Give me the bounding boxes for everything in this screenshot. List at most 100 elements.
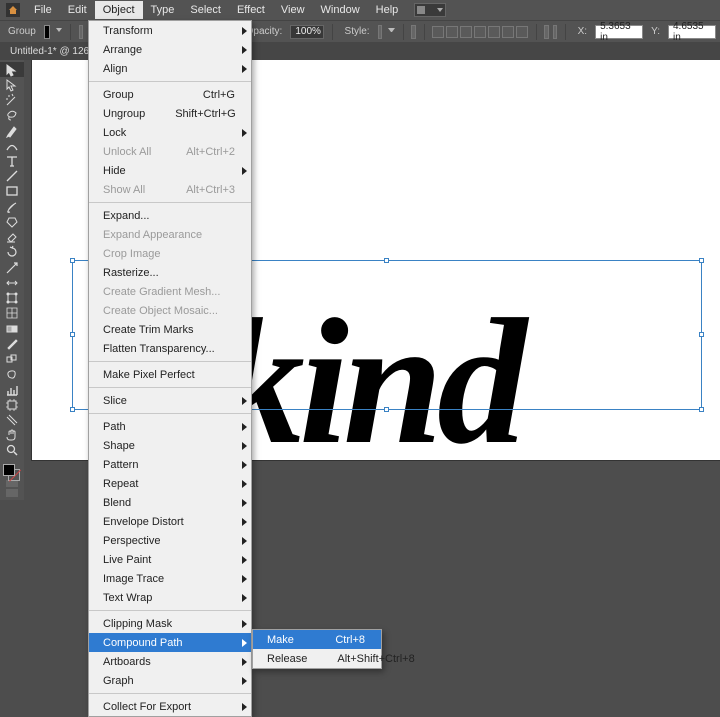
menu-item-slice[interactable]: Slice bbox=[89, 391, 251, 410]
fill-swatch[interactable] bbox=[44, 25, 50, 39]
submenu-arrow-icon bbox=[242, 65, 247, 73]
style-swatch[interactable] bbox=[378, 25, 383, 39]
menu-view[interactable]: View bbox=[273, 1, 313, 19]
submenu-arrow-icon bbox=[242, 129, 247, 137]
type-tool[interactable] bbox=[0, 153, 24, 168]
menu-item-envelope-distort[interactable]: Envelope Distort bbox=[89, 512, 251, 531]
menu-window[interactable]: Window bbox=[313, 1, 368, 19]
align-hcenter-icon[interactable] bbox=[446, 26, 458, 38]
x-field[interactable]: 5.3653 in bbox=[595, 25, 643, 39]
hand-tool[interactable] bbox=[0, 428, 24, 443]
opacity-field[interactable]: 100% bbox=[290, 25, 324, 39]
menu-item-unlock-all: Unlock AllAlt+Ctrl+2 bbox=[89, 142, 251, 161]
align-right-icon[interactable] bbox=[460, 26, 472, 38]
toolbox bbox=[0, 60, 24, 500]
lasso-tool[interactable] bbox=[0, 108, 24, 123]
menu-item-text-wrap[interactable]: Text Wrap bbox=[89, 588, 251, 607]
align-left-icon[interactable] bbox=[432, 26, 444, 38]
menu-item-image-trace[interactable]: Image Trace bbox=[89, 569, 251, 588]
menu-item-hide[interactable]: Hide bbox=[89, 161, 251, 180]
menu-object[interactable]: Object bbox=[95, 1, 143, 19]
rotate-tool[interactable] bbox=[0, 245, 24, 260]
shaper-tool[interactable] bbox=[0, 214, 24, 229]
menu-item-create-trim-marks[interactable]: Create Trim Marks bbox=[89, 320, 251, 339]
brush-tool[interactable] bbox=[0, 199, 24, 214]
menu-item-live-paint[interactable]: Live Paint bbox=[89, 550, 251, 569]
compound-path-submenu: MakeCtrl+8ReleaseAlt+Shift+Ctrl+8 bbox=[252, 629, 382, 669]
menu-separator bbox=[89, 81, 251, 82]
slice-tool[interactable] bbox=[0, 412, 24, 427]
menu-file[interactable]: File bbox=[26, 1, 60, 19]
menu-help[interactable]: Help bbox=[368, 1, 407, 19]
blend-tool[interactable] bbox=[0, 351, 24, 366]
menu-item-flatten-transparency-[interactable]: Flatten Transparency... bbox=[89, 339, 251, 358]
app-home-icon[interactable] bbox=[6, 3, 20, 17]
menu-effect[interactable]: Effect bbox=[229, 1, 273, 19]
menu-item-pattern[interactable]: Pattern bbox=[89, 455, 251, 474]
menu-item-perspective[interactable]: Perspective bbox=[89, 531, 251, 550]
submenu-item-release[interactable]: ReleaseAlt+Shift+Ctrl+8 bbox=[253, 649, 381, 668]
menu-separator bbox=[89, 693, 251, 694]
fill-dropdown-icon[interactable] bbox=[56, 28, 62, 36]
menu-item-transform[interactable]: Transform bbox=[89, 21, 251, 40]
submenu-arrow-icon bbox=[242, 677, 247, 685]
align-top-icon[interactable] bbox=[474, 26, 486, 38]
menu-item-expand-[interactable]: Expand... bbox=[89, 206, 251, 225]
selection-tool[interactable] bbox=[0, 62, 24, 77]
pen-tool[interactable] bbox=[0, 123, 24, 138]
artboard-tool[interactable] bbox=[0, 397, 24, 412]
width-tool[interactable] bbox=[0, 275, 24, 290]
menu-item-path[interactable]: Path bbox=[89, 417, 251, 436]
align-bottom-icon[interactable] bbox=[502, 26, 514, 38]
direct-select-tool[interactable] bbox=[0, 77, 24, 92]
zoom-tool[interactable] bbox=[0, 443, 24, 458]
menu-item-collect-for-export[interactable]: Collect For Export bbox=[89, 697, 251, 716]
submenu-arrow-icon bbox=[242, 397, 247, 405]
freexform-tool[interactable] bbox=[0, 291, 24, 306]
graph-tool[interactable] bbox=[0, 382, 24, 397]
eyedrop-tool[interactable] bbox=[0, 336, 24, 351]
submenu-arrow-icon bbox=[242, 442, 247, 450]
menu-item-make-pixel-perfect[interactable]: Make Pixel Perfect bbox=[89, 365, 251, 384]
submenu-item-make[interactable]: MakeCtrl+8 bbox=[253, 630, 381, 649]
stroke-widget[interactable] bbox=[79, 25, 84, 39]
menu-item-create-gradient-mesh-: Create Gradient Mesh... bbox=[89, 282, 251, 301]
wand-tool[interactable] bbox=[0, 92, 24, 107]
distribute-icon[interactable] bbox=[516, 26, 528, 38]
menu-item-lock[interactable]: Lock bbox=[89, 123, 251, 142]
gradient-tool[interactable] bbox=[0, 321, 24, 336]
scale-tool[interactable] bbox=[0, 260, 24, 275]
submenu-arrow-icon bbox=[242, 594, 247, 602]
y-label: Y: bbox=[647, 26, 664, 37]
menu-item-repeat[interactable]: Repeat bbox=[89, 474, 251, 493]
transform-icon[interactable] bbox=[544, 25, 549, 39]
menu-item-group[interactable]: GroupCtrl+G bbox=[89, 85, 251, 104]
menu-item-shape[interactable]: Shape bbox=[89, 436, 251, 455]
recolor-icon[interactable] bbox=[411, 25, 416, 39]
menu-item-clipping-mask[interactable]: Clipping Mask bbox=[89, 614, 251, 633]
menu-item-graph[interactable]: Graph bbox=[89, 671, 251, 690]
menu-item-ungroup[interactable]: UngroupShift+Ctrl+G bbox=[89, 104, 251, 123]
menu-item-align[interactable]: Align bbox=[89, 59, 251, 78]
screen-mode-icon[interactable] bbox=[6, 489, 18, 497]
eraser-tool[interactable] bbox=[0, 230, 24, 245]
mesh-tool[interactable] bbox=[0, 306, 24, 321]
menu-item-compound-path[interactable]: Compound Path bbox=[89, 633, 251, 652]
workspace-switcher[interactable] bbox=[414, 3, 446, 17]
style-dropdown-icon[interactable] bbox=[388, 28, 394, 36]
menu-type[interactable]: Type bbox=[143, 1, 183, 19]
menu-edit[interactable]: Edit bbox=[60, 1, 95, 19]
line-tool[interactable] bbox=[0, 169, 24, 184]
menu-item-artboards[interactable]: Artboards bbox=[89, 652, 251, 671]
menu-item-rasterize-[interactable]: Rasterize... bbox=[89, 263, 251, 282]
rect-tool[interactable] bbox=[0, 184, 24, 199]
menu-select[interactable]: Select bbox=[182, 1, 229, 19]
symbol-tool[interactable] bbox=[0, 367, 24, 382]
isolate-icon[interactable] bbox=[553, 25, 558, 39]
align-vcenter-icon[interactable] bbox=[488, 26, 500, 38]
menu-item-arrange[interactable]: Arrange bbox=[89, 40, 251, 59]
fill-stroke-swatch[interactable] bbox=[0, 462, 24, 479]
y-field[interactable]: 4.6535 in bbox=[668, 25, 716, 39]
menu-item-blend[interactable]: Blend bbox=[89, 493, 251, 512]
curve-tool[interactable] bbox=[0, 138, 24, 153]
